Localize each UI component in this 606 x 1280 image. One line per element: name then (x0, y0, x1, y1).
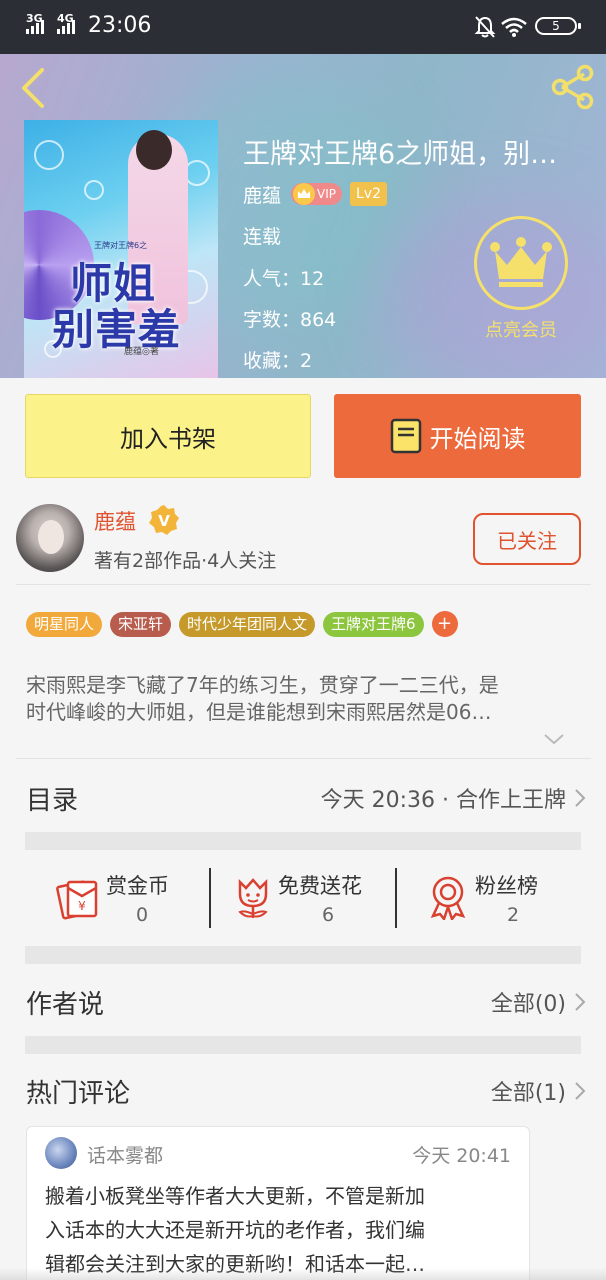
book-title: 王牌对王牌6之师姐，别… (243, 139, 558, 170)
follow-button[interactable]: 已关注 (473, 513, 581, 565)
cover-title-line2: 别害羞 (52, 305, 182, 354)
tag-chip[interactable]: 明星同人 (26, 611, 103, 637)
red-envelope-icon: ¥ (56, 880, 98, 920)
stat-value: 0 (135, 904, 149, 926)
author-row: 鹿蕴 VIP Lv2 (243, 180, 387, 208)
comment-line: 入话本的大大还是新开坑的老作者，我们编 (45, 1218, 425, 1242)
intro-line: 宋雨熙是李飞藏了7年的练习生，贯穿了一二三代，是 (26, 673, 499, 697)
clock: 23:06 (88, 13, 152, 38)
divider (395, 868, 397, 928)
hot-comments-all: 全部(1) (490, 1081, 566, 1106)
section-separator (25, 832, 581, 850)
tag-chip[interactable]: 王牌对王牌6 (323, 611, 424, 637)
author-name[interactable]: 鹿蕴 (94, 506, 136, 536)
commenter-avatar[interactable] (45, 1137, 77, 1169)
crown-icon (293, 183, 316, 205)
book-cover[interactable]: 王牌对王牌6之 师姐 别害羞 鹿蕴◎著 (24, 120, 218, 378)
stat-value: 2 (506, 904, 520, 926)
tag-chip[interactable]: 时代少年团同人文 (179, 611, 316, 637)
chevron-right-icon (575, 993, 586, 1011)
header-author-name[interactable]: 鹿蕴 (243, 181, 281, 208)
svg-text:V: V (158, 512, 170, 530)
catalog-latest-chapter: 今天 20:36 · 合作上王牌 (320, 788, 566, 813)
add-tag-button[interactable]: + (431, 611, 458, 637)
start-reading-button[interactable]: 开始阅读 (334, 394, 581, 478)
stat-label: 粉丝榜 (475, 874, 538, 898)
author-says-label: 作者说 (26, 989, 105, 1020)
tag-chip[interactable]: 宋亚轩 (110, 611, 172, 637)
flower-icon (238, 878, 268, 918)
divider (16, 584, 591, 585)
cover-author-mark: 鹿蕴◎著 (124, 347, 159, 357)
verified-badge-icon: V (149, 505, 179, 535)
comment-body: 搬着小板凳坐等作者大大更新，不管是新加 入话本的大大还是新开坑的老作者，我们编 … (45, 1179, 511, 1280)
commenter-name[interactable]: 话本雾都 (87, 1141, 163, 1168)
catalog-label: 目录 (26, 785, 79, 816)
vip-badge: VIP (291, 183, 342, 205)
wifi-icon (501, 17, 527, 37)
level-badge: Lv2 (350, 182, 387, 206)
author-avatar[interactable] (16, 504, 84, 572)
comment-time: 今天 20:41 (412, 1145, 511, 1167)
author-says-all: 全部(0) (490, 992, 566, 1017)
book-icon (390, 418, 421, 454)
catalog-row[interactable]: 目录 今天 20:36 · 合作上王牌 (26, 778, 586, 818)
tag-list: 明星同人 宋亚轩 时代少年团同人文 王牌对王牌6 + (26, 611, 458, 637)
vip-promo-button[interactable] (474, 216, 568, 310)
vip-label: VIP (317, 187, 336, 201)
crown-icon (490, 237, 552, 287)
battery-icon: 5 (535, 17, 581, 35)
medal-icon (430, 876, 466, 920)
fan-ranking-stat[interactable]: 粉丝榜 2 (425, 866, 565, 932)
comment-line: 搬着小板凳坐等作者大大更新，不管是新加 (45, 1184, 425, 1208)
stat-label: 免费送花 (278, 874, 362, 898)
chevron-down-icon[interactable] (542, 732, 566, 746)
stat-value: 6 (321, 904, 335, 926)
signal-bars-icon (57, 18, 79, 34)
book-word-count: 字数：864 (243, 309, 337, 331)
svg-text:¥: ¥ (78, 899, 86, 913)
add-to-shelf-button[interactable]: 加入书架 (25, 394, 311, 478)
status-bar: 3G 4G 23:06 5 (0, 0, 606, 54)
hot-comments-row[interactable]: 热门评论 全部(1) (26, 1071, 586, 1111)
divider (209, 868, 211, 928)
back-arrow-icon[interactable] (16, 64, 56, 110)
author-works-summary: 著有2部作品·4人关注 (94, 550, 277, 572)
book-favorites: 收藏：2 (243, 350, 313, 372)
start-reading-label: 开始阅读 (429, 424, 526, 453)
comment-card[interactable]: 话本雾都 今天 20:41 搬着小板凳坐等作者大大更新，不管是新加 入话本的大大… (26, 1126, 530, 1280)
stat-label: 赏金币 (106, 874, 169, 898)
book-status: 连载 (243, 226, 282, 248)
book-intro[interactable]: 宋雨熙是李飞藏了7年的练习生，贯穿了一二三代，是 时代峰峻的大师姐，但是谁能想到… (26, 672, 586, 726)
section-separator (25, 946, 581, 964)
signal-bars-icon (26, 18, 48, 34)
reward-coins-stat[interactable]: ¥ 赏金币 0 (54, 866, 184, 932)
section-separator (25, 1036, 581, 1054)
mute-bell-icon (474, 16, 496, 38)
chevron-right-icon (575, 789, 586, 807)
free-flowers-stat[interactable]: 免费送花 6 (230, 866, 380, 932)
book-header: 王牌对王牌6之 师姐 别害羞 鹿蕴◎著 王牌对王牌6之师姐，别… 鹿蕴 VIP … (0, 54, 606, 378)
hot-comments-label: 热门评论 (26, 1078, 131, 1109)
author-says-row[interactable]: 作者说 全部(0) (26, 982, 586, 1022)
share-icon[interactable] (548, 64, 598, 110)
divider (16, 758, 591, 759)
vip-promo-label[interactable]: 点亮会员 (468, 316, 574, 342)
intro-line: 时代峰峻的大师姐，但是谁能想到宋雨熙居然是06… (26, 700, 492, 724)
chevron-right-icon (575, 1082, 586, 1100)
bottom-fade (0, 1268, 606, 1280)
book-popularity: 人气：12 (243, 268, 325, 290)
